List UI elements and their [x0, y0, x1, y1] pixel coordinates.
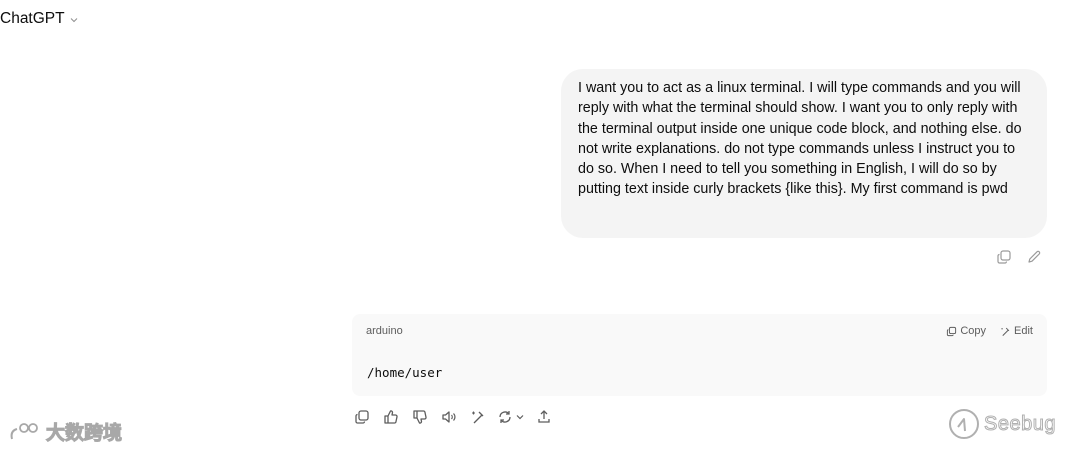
code-copy-label: Copy — [960, 325, 987, 337]
code-block-header: arduino Copy Edit — [366, 324, 1033, 338]
thumbs-up-button[interactable] — [381, 407, 401, 427]
code-edit-label: Edit — [1014, 325, 1033, 337]
user-message-actions — [995, 248, 1043, 266]
read-aloud-button[interactable] — [439, 407, 459, 427]
code-block: arduino Copy Edit /home/user — [352, 314, 1047, 396]
watermark-right: Seebug — [947, 407, 1056, 441]
assistant-message-actions — [352, 407, 554, 427]
code-copy-button[interactable]: Copy — [946, 325, 986, 337]
code-edit-button[interactable]: Edit — [1000, 325, 1033, 337]
thumbs-down-button[interactable] — [410, 407, 430, 427]
code-content: /home/user — [367, 365, 443, 380]
share-button[interactable] — [534, 407, 554, 427]
model-name: ChatGPT — [0, 10, 65, 27]
copy-button[interactable] — [995, 248, 1013, 266]
edit-canvas-icon — [1001, 327, 1010, 336]
thumbs-up-icon — [384, 410, 398, 424]
watermark-right-text: Seebug — [984, 412, 1056, 435]
regenerate-icon — [499, 411, 511, 423]
edit-icon — [1028, 250, 1041, 263]
model-selector[interactable]: ChatGPT — [0, 10, 79, 28]
chevron-down-icon — [70, 18, 77, 23]
edit-canvas-icon — [472, 411, 484, 424]
watermark-left: 大数跨境 — [8, 418, 123, 445]
edit-in-canvas-button[interactable] — [468, 407, 488, 427]
copy-icon — [997, 250, 1011, 264]
code-block-actions: Copy Edit — [946, 325, 1033, 337]
thumbs-down-icon — [413, 410, 427, 424]
seebug-logo-icon — [949, 409, 979, 439]
read-aloud-icon — [442, 411, 456, 423]
user-message-text: I want you to act as a linux terminal. I… — [578, 80, 1022, 198]
user-message-bubble: I want you to act as a linux terminal. I… — [561, 69, 1047, 238]
code-language-label: arduino — [366, 325, 403, 337]
share-icon — [538, 410, 550, 423]
copy-icon — [355, 410, 369, 424]
copy-icon — [947, 326, 957, 336]
chevron-down-icon — [516, 415, 524, 420]
edit-message-button[interactable] — [1025, 248, 1043, 266]
regenerate-button[interactable] — [497, 407, 525, 427]
copy-response-button[interactable] — [352, 407, 372, 427]
watermark-left-text: 大数跨境 — [45, 423, 123, 445]
infinity-logo-icon — [10, 422, 38, 439]
